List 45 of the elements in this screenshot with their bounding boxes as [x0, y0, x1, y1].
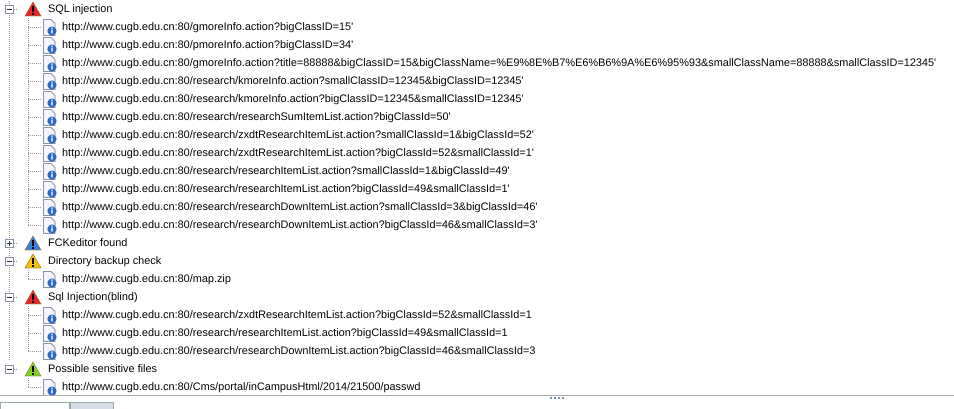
document-info-icon: [42, 378, 58, 396]
document-info-icon: [42, 324, 58, 342]
url-item[interactable]: http://www.cugb.edu.cn:80/research/zxdtResearchItemList.action?bigClassId=52&smallClassId=1': [62, 147, 534, 159]
url-item[interactable]: http://www.cugb.edu.cn:80/gmoreInfo.action?title=88888&bigClassID=15&bigClassName=%E9%8E%B7%E6%B6%9A%E6%95%93&smallClassName=88888&smallClassID=12345': [62, 57, 936, 69]
url-item[interactable]: http://www.cugb.edu.cn:80/gmoreInfo.action?bigClassID=15': [62, 21, 354, 33]
group-title[interactable]: Directory backup check: [48, 255, 162, 267]
group-title[interactable]: Sql Injection(blind): [48, 291, 138, 303]
collapse-icon[interactable]: [5, 292, 14, 302]
url-item[interactable]: http://www.cugb.edu.cn:80/research/researchDownItemList.action?bigClassId=46&smallClassId=3': [62, 219, 538, 231]
document-info-icon: [42, 198, 58, 216]
url-item[interactable]: http://www.cugb.edu.cn:80/research/researchItemList.action?bigClassId=49&smallClassId=1: [62, 327, 508, 339]
document-info-icon: [42, 270, 58, 288]
url-item[interactable]: http://www.cugb.edu.cn:80/research/researchDownItemList.action?smallClassId=3&bigClassId=46': [62, 201, 538, 213]
url-item[interactable]: http://www.cugb.edu.cn:80/research/kmoreInfo.action?smallClassID=12345&bigClassID=12345': [62, 75, 524, 87]
collapse-icon[interactable]: [5, 256, 14, 266]
expand-icon[interactable]: [5, 238, 14, 248]
url-item[interactable]: http://www.cugb.edu.cn:80/research/researchItemList.action?smallClassId=1&bigClassId=49': [62, 165, 510, 177]
url-item[interactable]: http://www.cugb.edu.cn:80/research/kmoreInfo.action?bigClassID=12345&smallClassID=12345': [62, 93, 524, 105]
collapse-icon[interactable]: [5, 364, 14, 374]
document-info-icon: [42, 162, 58, 180]
grip-icon[interactable]: [550, 397, 565, 400]
group-title[interactable]: Possible sensitive files: [48, 363, 157, 375]
document-info-icon: [42, 216, 58, 234]
document-info-icon: [42, 72, 58, 90]
url-item[interactable]: http://www.cugb.edu.cn:80/pmoreInfo.action?bigClassID=34': [62, 39, 354, 51]
group-title[interactable]: FCKeditor found: [48, 237, 128, 249]
url-item[interactable]: http://www.cugb.edu.cn:80/research/researchDownItemList.action?bigClassId=46&smallClassId=3: [62, 345, 536, 357]
url-item[interactable]: http://www.cugb.edu.cn:80/Cms/portal/inCampusHtml/2014/21500/passwd: [62, 381, 420, 393]
document-info-icon: [42, 18, 58, 36]
group-title[interactable]: SQL injection: [48, 3, 112, 15]
document-info-icon: [42, 90, 58, 108]
document-info-icon: [42, 126, 58, 144]
document-info-icon: [42, 108, 58, 126]
document-info-icon: [42, 36, 58, 54]
document-info-icon: [42, 342, 58, 360]
collapse-icon[interactable]: [5, 4, 14, 14]
document-info-icon: [42, 54, 58, 72]
url-item[interactable]: http://www.cugb.edu.cn:80/research/researchItemList.action?bigClassId=49&smallClassId=1': [62, 183, 510, 195]
url-item[interactable]: http://www.cugb.edu.cn:80/research/zxdtResearchItemList.action?bigClassId=52&smallClassId=1: [62, 309, 532, 321]
url-item[interactable]: http://www.cugb.edu.cn:80/map.zip: [62, 273, 231, 285]
document-info-icon: [42, 180, 58, 198]
url-item[interactable]: http://www.cugb.edu.cn:80/research/researchSumItemList.action?bigClassId=50': [62, 111, 451, 123]
document-info-icon: [42, 144, 58, 162]
url-item[interactable]: http://www.cugb.edu.cn:80/research/zxdtResearchItemList.action?smallClassId=1&bigClassId=52': [62, 129, 534, 141]
document-info-icon: [42, 306, 58, 324]
